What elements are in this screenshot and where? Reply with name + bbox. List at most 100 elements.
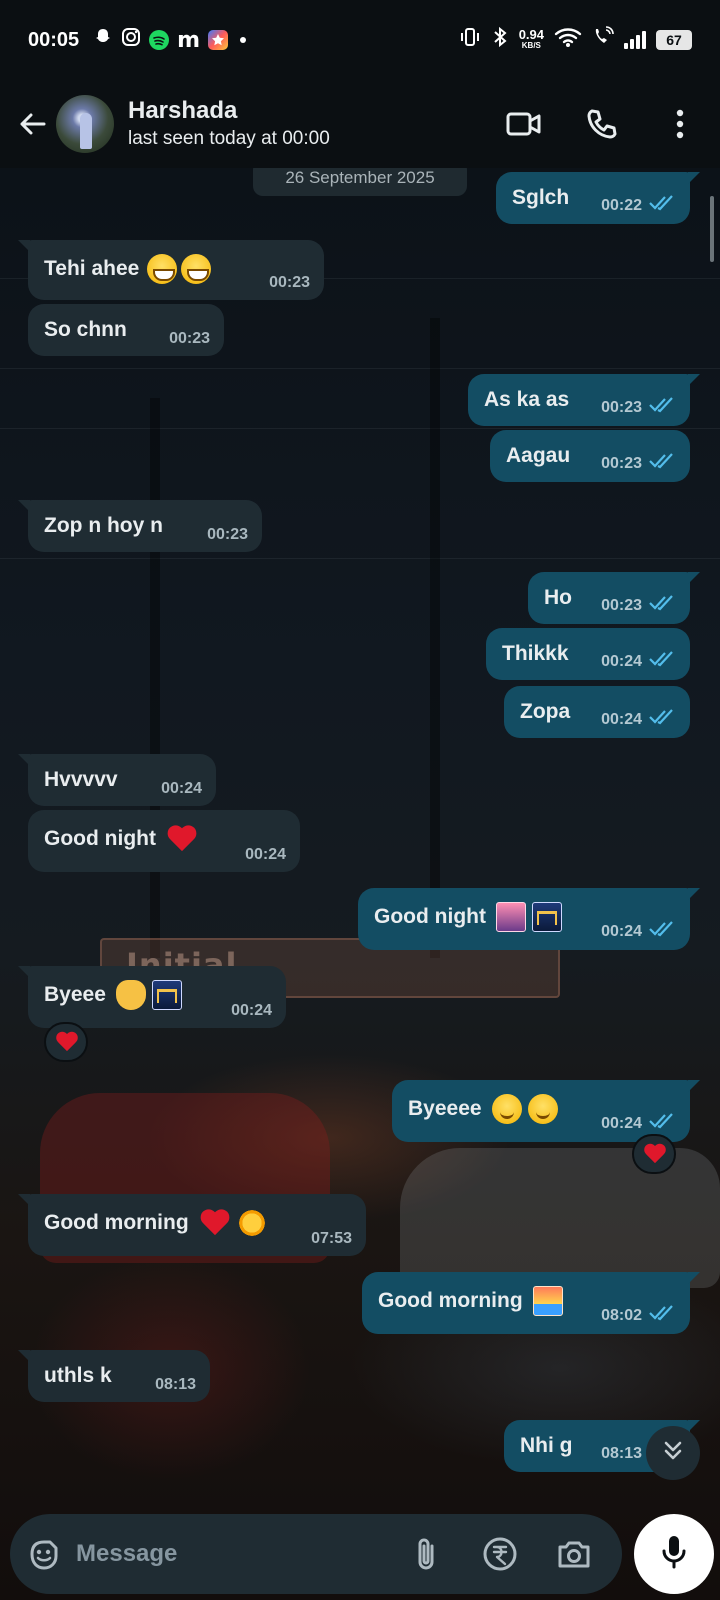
double-chevron-down-icon	[660, 1438, 686, 1469]
sun-with-face-emoji-icon	[236, 1208, 267, 1238]
scroll-to-bottom-button[interactable]	[646, 1426, 700, 1480]
more-options-icon[interactable]	[662, 106, 698, 142]
message-bubble-outgoing[interactable]: Sglch 00:22	[496, 172, 700, 224]
vibrate-icon	[459, 26, 481, 54]
emoji-sticker-icon[interactable]	[26, 1534, 62, 1574]
message-text: Byeee	[44, 983, 106, 1006]
message-time: 00:24	[231, 1002, 272, 1019]
status-bar: 00:05 m 0.94 KB/S 67	[0, 0, 720, 80]
star-app-icon	[208, 30, 229, 50]
snapchat-icon	[93, 27, 113, 53]
red-heart-emoji-icon	[199, 1208, 231, 1238]
message-time: 00:23	[207, 526, 248, 543]
message-bubble-outgoing[interactable]: Ho 00:23	[528, 572, 700, 624]
wifi-call-icon	[592, 26, 614, 54]
message-text: Good morning	[44, 1211, 189, 1234]
message-text: Sglch	[512, 186, 570, 209]
relieved-face-emoji-icon	[527, 1094, 558, 1124]
message-text: So chnn	[44, 318, 127, 341]
message-bubble-incoming[interactable]: Zop n hoy n 00:23	[18, 500, 262, 552]
message-text: Zop n hoy n	[44, 514, 163, 537]
red-heart-reaction-icon	[55, 1031, 79, 1054]
status-time: 00:05	[28, 28, 80, 51]
message-bubble-outgoing[interactable]: Aagau 00:23	[490, 430, 690, 482]
read-ticks-icon	[648, 453, 676, 474]
attach-icon[interactable]	[404, 1532, 448, 1576]
message-text: Aagau	[506, 444, 571, 467]
message-time: 00:24	[245, 846, 286, 863]
microphone-button[interactable]	[634, 1514, 714, 1594]
message-input[interactable]	[76, 1540, 404, 1568]
network-speed: 0.94 KB/S	[519, 28, 544, 51]
scrollbar[interactable]	[710, 196, 714, 262]
message-bubble-outgoing[interactable]: Byeeee 00:24	[392, 1080, 700, 1142]
m-app-icon: m	[177, 27, 201, 53]
message-time: 07:53	[311, 1230, 352, 1247]
message-bubble-incoming[interactable]: Good night 00:24	[28, 810, 300, 872]
message-bubble-outgoing[interactable]: Thikkk 00:24	[486, 628, 690, 680]
message-time: 00:24	[601, 710, 642, 728]
message-composer	[10, 1514, 622, 1594]
voice-call-icon[interactable]	[584, 106, 620, 142]
message-bubble-outgoing[interactable]: Good night 00:24	[358, 888, 700, 950]
chat-header: Harshada last seen today at 00:00	[0, 80, 720, 168]
dot-icon	[240, 37, 247, 43]
message-time: 08:02	[601, 1306, 642, 1324]
sunrise-emoji-icon	[532, 1286, 563, 1316]
message-time: 00:24	[601, 1114, 642, 1132]
spotify-icon	[149, 30, 170, 50]
message-bubble-outgoing[interactable]: Zopa 00:24	[504, 686, 690, 738]
message-text: Good night	[374, 905, 486, 928]
message-time: 00:23	[601, 596, 642, 614]
message-bubble-outgoing[interactable]: Good morning 08:02	[362, 1272, 700, 1334]
message-bubble-incoming[interactable]: uthls k 08:13	[18, 1350, 210, 1402]
message-time: 00:23	[169, 330, 210, 347]
video-call-icon[interactable]	[506, 106, 542, 142]
read-ticks-icon	[648, 397, 676, 418]
message-text: Tehi ahee	[44, 257, 140, 280]
microphone-icon	[660, 1534, 688, 1575]
back-arrow-icon[interactable]	[14, 106, 50, 142]
message-bubble-incoming[interactable]: So chnn 00:23	[28, 304, 224, 356]
contact-info[interactable]: Harshada last seen today at 00:00	[128, 96, 330, 152]
message-text: Byeeee	[408, 1097, 482, 1120]
camera-icon[interactable]	[552, 1532, 596, 1576]
message-time: 00:23	[269, 274, 310, 291]
date-separator: 26 September 2025	[253, 168, 467, 196]
read-ticks-icon	[648, 1113, 676, 1134]
message-text: Good morning	[378, 1289, 523, 1312]
bluetooth-icon	[491, 26, 509, 54]
message-text: Hvvvvv	[44, 768, 118, 791]
message-time: 00:22	[601, 196, 642, 214]
instagram-icon	[121, 27, 141, 53]
rupee-payment-icon[interactable]	[478, 1532, 522, 1576]
last-seen-status: last seen today at 00:00	[128, 128, 330, 149]
message-reaction[interactable]	[44, 1022, 88, 1062]
message-bubble-incoming[interactable]: Hvvvvv 00:24	[18, 754, 216, 806]
message-bubble-incoming[interactable]: Byeee 00:24	[18, 966, 286, 1028]
message-time: 08:13	[155, 1376, 196, 1393]
avatar[interactable]	[56, 95, 114, 153]
message-bubble-incoming[interactable]: Good morning 07:53	[18, 1194, 366, 1256]
message-reaction[interactable]	[632, 1134, 676, 1174]
read-ticks-icon	[648, 595, 676, 616]
grinning-emoji-icon	[181, 254, 212, 284]
message-time: 00:24	[601, 652, 642, 670]
red-heart-emoji-icon	[166, 824, 198, 854]
read-ticks-icon	[648, 195, 676, 216]
grinning-emoji-icon	[147, 254, 178, 284]
message-bubble-incoming[interactable]: Tehi ahee 00:23	[18, 240, 324, 300]
message-time: 08:13	[601, 1444, 642, 1462]
bridge-at-night-emoji-icon	[151, 980, 182, 1010]
message-text: Ho	[544, 586, 572, 609]
read-ticks-icon	[648, 651, 676, 672]
read-ticks-icon	[648, 709, 676, 730]
message-text: Thikkk	[502, 642, 569, 665]
message-bubble-outgoing[interactable]: As ka as 00:23	[468, 374, 700, 426]
message-text: Zopa	[520, 700, 571, 723]
message-list[interactable]: 26 September 2025 Sglch 00:22 Tehi ahee …	[0, 168, 720, 1505]
red-heart-reaction-icon	[643, 1143, 667, 1166]
message-time: 00:23	[601, 454, 642, 472]
bridge-at-night-emoji-icon	[531, 902, 562, 932]
read-ticks-icon	[648, 921, 676, 942]
